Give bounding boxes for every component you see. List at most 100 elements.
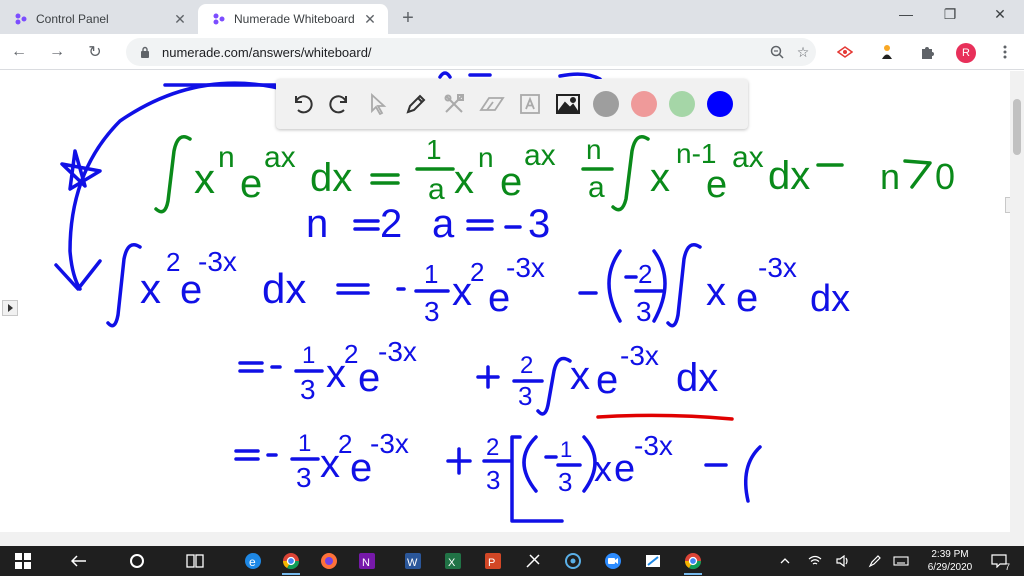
line2-x: x xyxy=(326,352,346,396)
system-clock[interactable]: 2:39 PM 6/29/2020 xyxy=(920,548,980,574)
tab-title: Numerade Whiteboard xyxy=(234,12,355,26)
svg-text:W: W xyxy=(407,557,418,569)
line2-three: 3 xyxy=(300,374,316,405)
app-icon[interactable] xyxy=(638,549,668,573)
left-panel-toggle[interactable] xyxy=(2,300,18,316)
app-icon[interactable] xyxy=(518,549,548,573)
tab-title: Control Panel xyxy=(36,12,109,26)
line2-x: x xyxy=(570,354,590,398)
reload-button[interactable]: ↻ xyxy=(82,39,108,65)
keyboard-icon[interactable] xyxy=(886,549,916,573)
notification-center-icon[interactable]: 7 xyxy=(990,552,1010,572)
line1-dx: dx xyxy=(262,265,306,312)
chrome-icon[interactable] xyxy=(678,549,708,575)
browser-toolbar: ← → ↻ numerade.com/answers/whiteboard/ ☆… xyxy=(0,34,1024,70)
scrollbar-thumb[interactable] xyxy=(1013,99,1021,155)
zoom-app-icon[interactable] xyxy=(598,549,628,573)
task-view-icon[interactable] xyxy=(180,549,210,573)
formula-n: n xyxy=(880,156,900,197)
line1-e: e xyxy=(736,276,758,320)
tools-icon[interactable] xyxy=(438,88,470,120)
eraser-icon[interactable] xyxy=(476,88,508,120)
param-three: 3 xyxy=(528,202,550,246)
pen-icon[interactable] xyxy=(400,88,432,120)
line2-e: e xyxy=(596,358,618,402)
line2-e: e xyxy=(358,356,380,400)
formula-ax: ax xyxy=(264,141,296,174)
cortana-icon[interactable] xyxy=(122,549,152,573)
new-tab-button[interactable]: + xyxy=(396,6,420,30)
back-button[interactable]: ← xyxy=(6,39,32,65)
svg-text:X: X xyxy=(448,557,456,569)
tab-numerade-whiteboard[interactable]: Numerade Whiteboard ✕ xyxy=(198,4,388,34)
line2-two: 2 xyxy=(344,339,358,369)
formula-x: x xyxy=(454,158,474,202)
formula-dx: dx xyxy=(768,154,810,198)
line2-minus-3x: -3x xyxy=(378,336,417,367)
minimize-button[interactable]: — xyxy=(884,0,928,28)
close-tab-icon[interactable]: ✕ xyxy=(362,11,378,27)
whiteboard-area[interactable]: x n e ax dx 1 a x n e ax n a x n-1 e ax … xyxy=(0,71,1024,532)
close-tab-icon[interactable]: ✕ xyxy=(172,11,188,27)
lock-icon xyxy=(138,45,152,59)
line3-one: 1 xyxy=(298,430,311,457)
avatar[interactable]: R xyxy=(956,43,976,63)
media-icon[interactable] xyxy=(558,549,588,573)
parameters-line-text: n 2 a 3 xyxy=(306,202,550,246)
close-window-button[interactable]: ✕ xyxy=(978,0,1022,28)
param-n: n xyxy=(306,202,328,246)
image-icon[interactable] xyxy=(552,88,584,120)
formula-ax: ax xyxy=(524,139,556,172)
formula-x: x xyxy=(650,156,670,200)
line1-two: 2 xyxy=(638,259,652,289)
bookmark-star-icon[interactable]: ☆ xyxy=(790,39,816,65)
line1-minus-3x: -3x xyxy=(506,252,545,283)
line3-x: x xyxy=(594,448,612,489)
forward-button[interactable]: → xyxy=(44,39,70,65)
chrome-icon[interactable] xyxy=(276,549,306,575)
restore-button[interactable]: ❐ xyxy=(928,0,972,28)
line1-two: 2 xyxy=(470,257,484,287)
formula-dx: dx xyxy=(310,156,352,200)
extension-icon[interactable] xyxy=(874,39,900,65)
text-icon[interactable] xyxy=(514,88,546,120)
word-icon[interactable]: W xyxy=(398,549,428,573)
formula-line-general-text: x n e ax dx 1 a x n e ax n a x n-1 e ax … xyxy=(194,134,955,206)
address-bar[interactable]: numerade.com/answers/whiteboard/ ☆ xyxy=(126,38,816,66)
line3-x: x xyxy=(320,442,340,486)
onenote-icon[interactable]: N xyxy=(352,549,382,573)
color-gray-swatch[interactable] xyxy=(590,88,622,120)
color-green-swatch[interactable] xyxy=(666,88,698,120)
undo-icon[interactable] xyxy=(286,88,318,120)
horizontal-scrollbar[interactable] xyxy=(0,532,1024,546)
whiteboard-canvas[interactable]: x n e ax dx 1 a x n e ax n a x n-1 e ax … xyxy=(0,71,1010,532)
formula-n: n xyxy=(218,141,235,174)
formula-e: e xyxy=(500,160,522,204)
line1-dx: dx xyxy=(810,278,850,320)
tab-control-panel[interactable]: Control Panel ✕ xyxy=(0,4,198,34)
back-arrow-icon[interactable] xyxy=(64,549,94,573)
select-icon[interactable] xyxy=(362,88,394,120)
powerpoint-icon[interactable]: P xyxy=(478,549,508,573)
wifi-icon[interactable] xyxy=(800,549,830,573)
vertical-scrollbar[interactable] xyxy=(1010,71,1024,532)
extension-icon[interactable] xyxy=(832,39,858,65)
line3-three: 3 xyxy=(296,462,312,493)
start-windows-icon[interactable] xyxy=(8,549,38,573)
line1-x: x xyxy=(140,265,161,312)
color-blue-swatch[interactable] xyxy=(704,88,736,120)
edge-icon[interactable]: e xyxy=(238,549,268,573)
menu-kebab-icon[interactable] xyxy=(992,39,1018,65)
line2-dx: dx xyxy=(676,356,718,400)
svg-text:e: e xyxy=(249,555,256,569)
color-pink-swatch[interactable] xyxy=(628,88,660,120)
excel-icon[interactable]: X xyxy=(438,549,468,573)
zoom-icon[interactable] xyxy=(764,39,790,65)
clock-date: 6/29/2020 xyxy=(927,562,973,573)
chevron-up-icon[interactable] xyxy=(770,549,800,573)
line2-minus-3x: -3x xyxy=(620,340,659,371)
volume-icon[interactable] xyxy=(828,549,858,573)
extensions-puzzle-icon[interactable] xyxy=(914,39,940,65)
firefox-icon[interactable] xyxy=(314,549,344,573)
redo-icon[interactable] xyxy=(324,88,356,120)
